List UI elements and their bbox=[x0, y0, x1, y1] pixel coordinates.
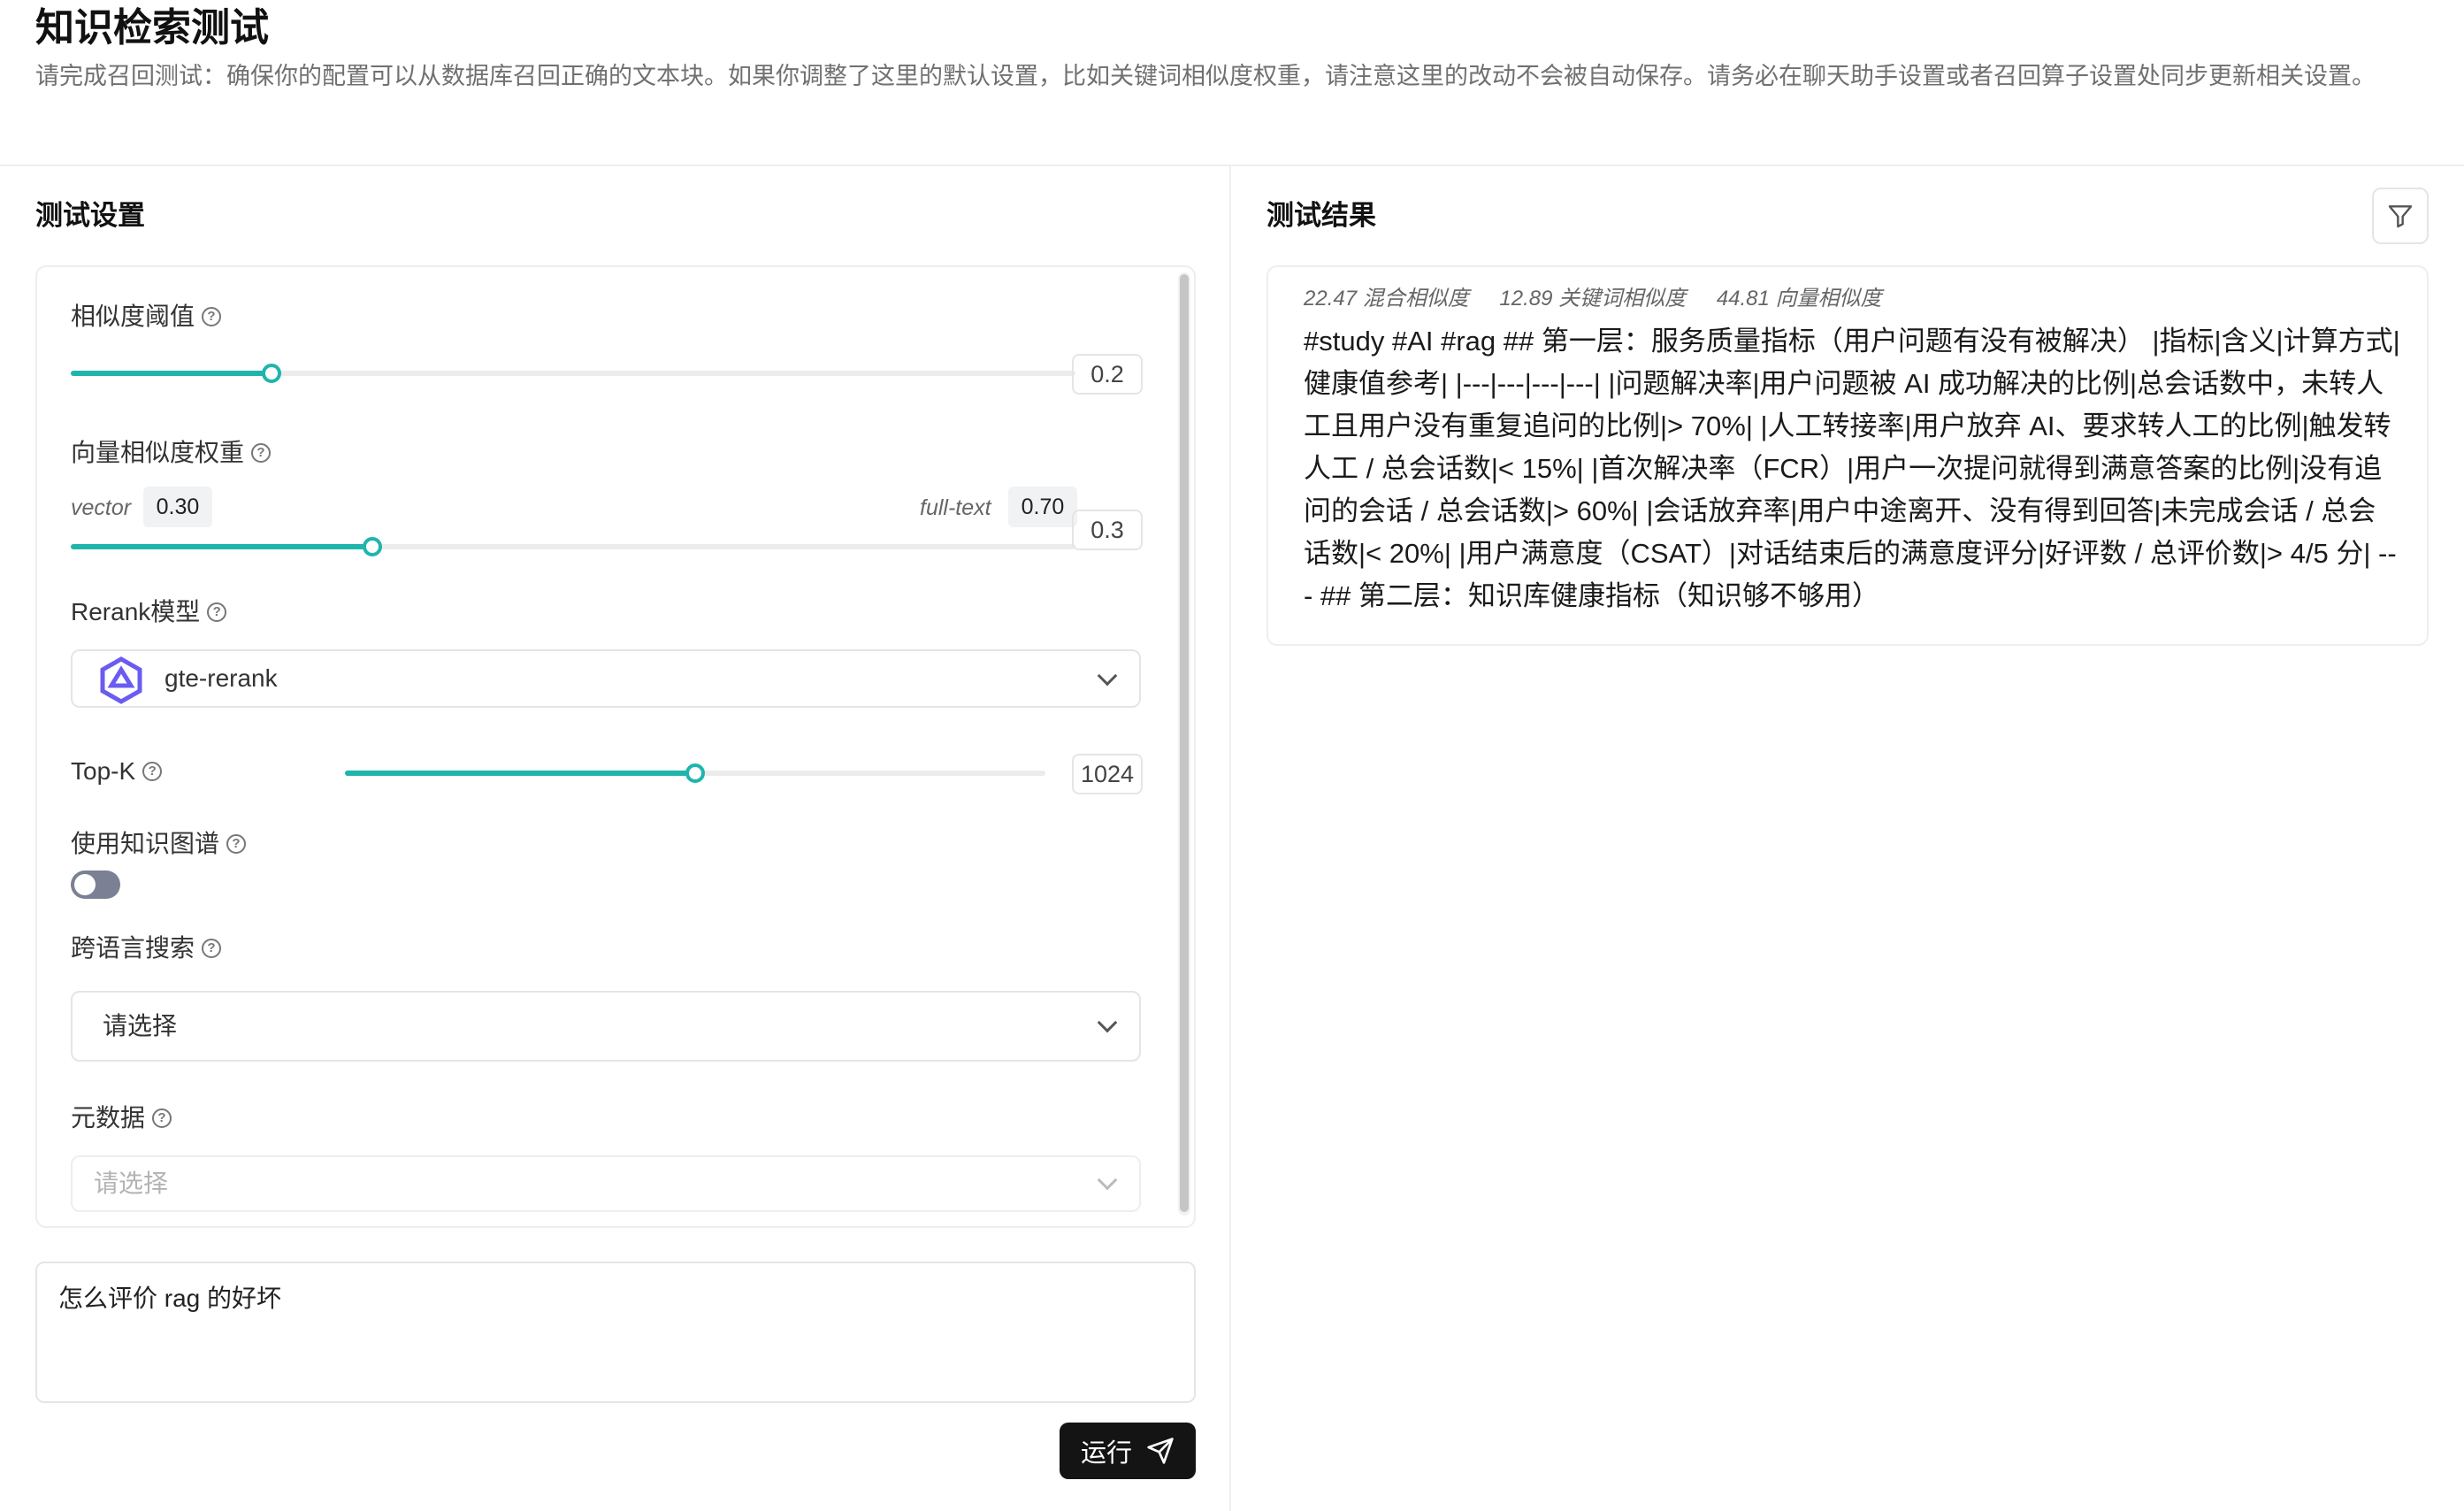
hybrid-score: 22.47 混合相似度 bbox=[1304, 287, 1469, 311]
settings-scrollbar[interactable] bbox=[1178, 272, 1190, 1216]
vector-weight-input[interactable]: 0.3 bbox=[1072, 510, 1143, 550]
similarity-threshold-text: 相似度阈值 bbox=[71, 303, 195, 330]
results-section-title: 测试结果 bbox=[1266, 200, 1376, 231]
chevron-down-icon bbox=[1097, 665, 1118, 686]
knowledge-graph-label: 使用知识图谱 ? bbox=[71, 828, 247, 860]
run-button-label: 运行 bbox=[1080, 1439, 1132, 1468]
cross-language-placeholder: 请选择 bbox=[103, 1012, 178, 1039]
topk-label: Top-K ? bbox=[71, 756, 163, 787]
run-button[interactable]: 运行 bbox=[1060, 1423, 1196, 1479]
help-icon[interactable]: ? bbox=[202, 307, 222, 326]
help-icon[interactable]: ? bbox=[207, 602, 227, 622]
metadata-placeholder: 请选择 bbox=[94, 1170, 169, 1197]
chevron-down-icon bbox=[1097, 1170, 1118, 1191]
slider-handle[interactable] bbox=[685, 763, 705, 783]
settings-card: 相似度阈值 ? 0.2 向量相似度权重 ? vector 0.30 full-t… bbox=[35, 265, 1196, 1228]
metadata-select[interactable]: 请选择 bbox=[71, 1155, 1141, 1212]
vector-label: vector bbox=[71, 495, 132, 520]
scrollbar-thumb[interactable] bbox=[1180, 274, 1189, 1212]
help-icon[interactable]: ? bbox=[142, 762, 163, 781]
help-icon[interactable]: ? bbox=[226, 834, 247, 854]
metadata-label: 元数据 ? bbox=[71, 1102, 172, 1134]
slider-handle[interactable] bbox=[362, 537, 382, 556]
fulltext-label: full-text bbox=[920, 495, 991, 520]
query-input[interactable]: 怎么评价 rag 的好坏 bbox=[35, 1262, 1196, 1403]
send-icon bbox=[1147, 1438, 1174, 1464]
result-chunk-card[interactable]: 22.47 混合相似度 12.89 关键词相似度 44.81 向量相似度 #st… bbox=[1266, 265, 2429, 646]
rerank-label: Rerank模型 ? bbox=[71, 596, 227, 628]
keyword-score: 12.89 关键词相似度 bbox=[1499, 287, 1687, 311]
vector-weight-label: 向量相似度权重 ? bbox=[71, 437, 272, 469]
result-chunk-content: #study #AI #rag ## 第一层：服务质量指标（用户问题有没有被解决… bbox=[1304, 326, 2400, 611]
slider-handle[interactable] bbox=[262, 364, 282, 383]
filter-button[interactable] bbox=[2372, 188, 2429, 244]
settings-section-title: 测试设置 bbox=[35, 200, 145, 231]
page-title: 知识检索测试 bbox=[35, 6, 269, 50]
rerank-model-value: gte-rerank bbox=[165, 664, 278, 692]
qwen-logo-icon bbox=[100, 656, 142, 704]
rerank-model-select[interactable]: gte-rerank bbox=[71, 649, 1141, 708]
fulltext-value: 0.70 bbox=[1008, 487, 1077, 527]
help-icon[interactable]: ? bbox=[202, 939, 222, 958]
vector-weight-split: vector 0.30 full-text 0.70 bbox=[71, 487, 1077, 529]
page-description: 请完成召回测试：确保你的配置可以从数据库召回正确的文本块。如果你调整了这里的默认… bbox=[35, 63, 2376, 89]
vector-weight-slider[interactable] bbox=[71, 529, 1075, 564]
chevron-down-icon bbox=[1097, 1012, 1118, 1033]
similarity-threshold-slider[interactable] bbox=[71, 356, 1075, 391]
slider-fill bbox=[71, 371, 272, 376]
topk-slider[interactable] bbox=[345, 756, 1045, 791]
knowledge-graph-text: 使用知识图谱 bbox=[71, 830, 220, 857]
cross-language-select[interactable]: 请选择 bbox=[71, 991, 1141, 1062]
metadata-text: 元数据 bbox=[71, 1104, 146, 1131]
topk-text: Top-K bbox=[71, 757, 136, 785]
test-settings-panel: 测试设置 相似度阈值 ? 0.2 向量相似度权重 ? vector 0.30 f… bbox=[0, 166, 1231, 1511]
slider-fill bbox=[71, 544, 372, 549]
slider-fill bbox=[345, 771, 695, 776]
vector-weight-text: 向量相似度权重 bbox=[71, 439, 245, 466]
cross-language-text: 跨语言搜索 bbox=[71, 934, 195, 962]
result-scores: 22.47 混合相似度 12.89 关键词相似度 44.81 向量相似度 bbox=[1304, 283, 1907, 315]
rerank-text: Rerank模型 bbox=[71, 598, 201, 625]
page-header: 知识检索测试 请完成召回测试：确保你的配置可以从数据库召回正确的文本块。如果你调… bbox=[0, 0, 2464, 166]
test-results-panel: 测试结果 22.47 混合相似度 12.89 关键词相似度 44.81 向量相似… bbox=[1231, 166, 2464, 1511]
similarity-threshold-label: 相似度阈值 ? bbox=[71, 301, 222, 333]
help-icon[interactable]: ? bbox=[251, 443, 272, 463]
vector-score: 44.81 向量相似度 bbox=[1716, 287, 1882, 311]
cross-language-label: 跨语言搜索 ? bbox=[71, 932, 222, 964]
toggle-knob bbox=[74, 874, 96, 895]
topk-input[interactable]: 1024 bbox=[1072, 754, 1143, 794]
similarity-threshold-input[interactable]: 0.2 bbox=[1072, 354, 1143, 395]
help-icon[interactable]: ? bbox=[152, 1108, 172, 1128]
knowledge-graph-toggle[interactable] bbox=[71, 871, 120, 899]
filter-icon bbox=[2388, 205, 2413, 228]
vector-value: 0.30 bbox=[143, 487, 212, 527]
